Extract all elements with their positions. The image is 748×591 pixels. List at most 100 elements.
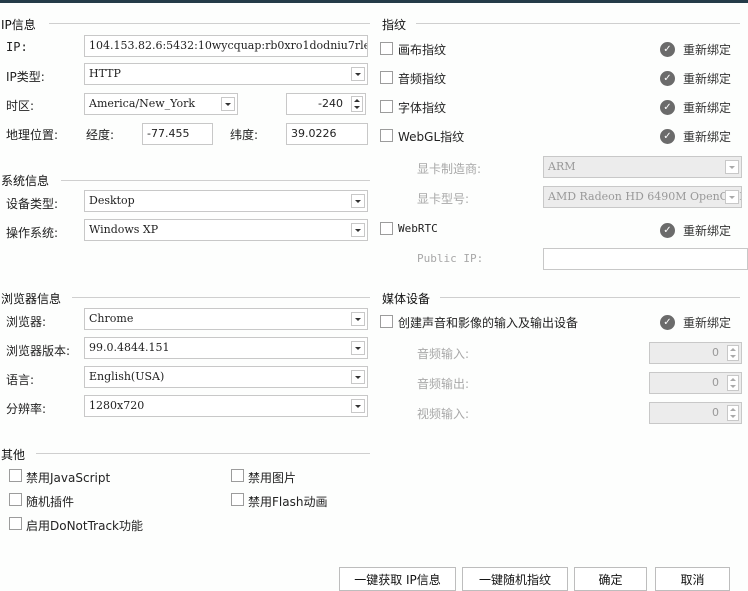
browser-version-select[interactable]: 99.0.4844.151 — [84, 337, 368, 359]
ip-label: IP: — [6, 40, 28, 54]
webgl-rebind-button[interactable]: ✓ 重新绑定 — [660, 128, 731, 145]
canvas-rebind-button[interactable]: ✓ 重新绑定 — [660, 41, 731, 58]
video-input-label: 视频输入: — [417, 407, 470, 421]
gpu-vendor-select[interactable]: ARM — [543, 156, 742, 178]
ip-input[interactable]: 104.153.82.6:5432:10wycquap:rb0xro1dodni… — [84, 35, 368, 57]
webrtc-checkbox[interactable] — [380, 222, 393, 235]
longitude-input[interactable]: -77.455 — [142, 123, 213, 145]
spin-down-icon[interactable] — [728, 383, 738, 390]
language-select[interactable]: English(USA) — [84, 366, 368, 388]
latitude-value: 39.0226 — [291, 127, 337, 140]
audio-output-label: 音频输出: — [417, 377, 470, 391]
timezone-value: America/New_York — [89, 97, 195, 110]
font-rebind-button[interactable]: ✓ 重新绑定 — [660, 99, 731, 116]
ip-type-select[interactable]: HTTP — [84, 63, 368, 85]
get-ip-info-button[interactable]: 一键获取 IP信息 — [339, 567, 456, 591]
os-value: Windows XP — [89, 223, 159, 236]
browser-select[interactable]: Chrome — [84, 308, 368, 330]
rebind-label: 重新绑定 — [683, 224, 732, 238]
canvas-fingerprint-checkbox[interactable] — [380, 42, 393, 55]
spin-up-icon[interactable] — [352, 97, 362, 104]
disable-javascript-checkbox[interactable] — [9, 469, 22, 482]
do-not-track-checkbox[interactable] — [9, 517, 22, 530]
spin-down-icon[interactable] — [728, 413, 738, 420]
longitude-value: -77.455 — [147, 127, 190, 140]
audio-fingerprint-checkbox[interactable] — [380, 71, 393, 84]
device-type-value: Desktop — [89, 194, 135, 207]
webrtc-label: WebRTC — [398, 222, 438, 235]
media-section-title: 媒体设备 — [382, 292, 431, 306]
title-bar — [0, 0, 748, 3]
gpu-model-select[interactable]: AMD Radeon HD 6490M OpenGL E — [543, 186, 742, 208]
audio-input-spinner[interactable]: 0 — [649, 342, 742, 364]
section-divider — [416, 23, 740, 24]
disable-images-checkbox[interactable] — [231, 469, 244, 482]
audio-rebind-button[interactable]: ✓ 重新绑定 — [660, 70, 731, 87]
public-ip-input[interactable] — [543, 248, 748, 270]
random-fingerprint-button[interactable]: 一键随机指纹 — [462, 567, 568, 591]
font-fingerprint-label: 字体指纹 — [398, 101, 447, 115]
spinner-buttons[interactable] — [727, 375, 739, 391]
create-media-devices-checkbox[interactable] — [380, 315, 393, 328]
chevron-down-icon[interactable] — [221, 97, 235, 111]
random-plugins-checkbox[interactable] — [9, 493, 22, 506]
check-circle-icon: ✓ — [660, 223, 675, 238]
device-type-select[interactable]: Desktop — [84, 190, 368, 212]
system-info-section-title: 系统信息 — [1, 174, 50, 188]
spin-down-icon[interactable] — [352, 104, 362, 111]
section-divider — [61, 180, 370, 181]
chevron-down-icon[interactable] — [725, 160, 739, 174]
public-ip-label: Public IP: — [417, 252, 484, 265]
fingerprint-section-title: 指纹 — [382, 18, 407, 32]
spinner-buttons[interactable] — [727, 405, 739, 421]
spin-up-icon[interactable] — [728, 376, 738, 383]
webgl-fingerprint-checkbox[interactable] — [380, 129, 393, 142]
browser-version-label: 浏览器版本: — [6, 344, 71, 358]
section-divider — [440, 297, 740, 298]
timezone-select[interactable]: America/New_York — [84, 93, 238, 115]
chevron-down-icon[interactable] — [725, 190, 739, 204]
audio-output-value: 0 — [712, 376, 719, 389]
language-value: English(USA) — [89, 370, 165, 383]
rebind-label: 重新绑定 — [683, 316, 732, 330]
disable-images-label: 禁用图片 — [248, 471, 297, 485]
gpu-vendor-value: ARM — [548, 160, 576, 173]
os-select[interactable]: Windows XP — [84, 219, 368, 241]
disable-flash-label: 禁用Flash动画 — [248, 495, 328, 509]
os-label: 操作系统: — [6, 226, 59, 240]
chevron-down-icon[interactable] — [351, 223, 365, 237]
resolution-label: 分辨率: — [6, 402, 47, 416]
disable-flash-checkbox[interactable] — [231, 493, 244, 506]
browser-version-value: 99.0.4844.151 — [89, 341, 170, 354]
audio-output-spinner[interactable]: 0 — [649, 372, 742, 394]
ip-value: 104.153.82.6:5432:10wycquap:rb0xro1dodni… — [89, 39, 368, 52]
font-fingerprint-checkbox[interactable] — [380, 100, 393, 113]
section-divider — [72, 297, 370, 298]
gpu-vendor-label: 显卡制造商: — [417, 162, 482, 176]
check-circle-icon: ✓ — [660, 100, 675, 115]
spinner-buttons[interactable] — [727, 345, 739, 361]
media-rebind-button[interactable]: ✓ 重新绑定 — [660, 314, 731, 331]
spin-up-icon[interactable] — [728, 406, 738, 413]
chevron-down-icon[interactable] — [351, 194, 365, 208]
video-input-value: 0 — [712, 406, 719, 419]
rebind-label: 重新绑定 — [683, 101, 732, 115]
browser-value: Chrome — [89, 312, 134, 325]
chevron-down-icon[interactable] — [351, 370, 365, 384]
chevron-down-icon[interactable] — [351, 312, 365, 326]
chevron-down-icon[interactable] — [351, 399, 365, 413]
spinner-buttons[interactable] — [351, 96, 363, 112]
video-input-spinner[interactable]: 0 — [649, 402, 742, 424]
webrtc-rebind-button[interactable]: ✓ 重新绑定 — [660, 222, 731, 239]
spin-up-icon[interactable] — [728, 346, 738, 353]
latitude-input[interactable]: 39.0226 — [286, 123, 368, 145]
chevron-down-icon[interactable] — [351, 67, 365, 81]
spin-down-icon[interactable] — [728, 353, 738, 360]
browser-label: 浏览器: — [6, 315, 47, 329]
resolution-select[interactable]: 1280x720 — [84, 395, 368, 417]
timezone-offset-spinner[interactable]: -240 — [286, 93, 366, 115]
cancel-button[interactable]: 取消 — [655, 567, 730, 591]
ok-button[interactable]: 确定 — [574, 567, 647, 591]
chevron-down-icon[interactable] — [351, 341, 365, 355]
check-circle-icon: ✓ — [660, 71, 675, 86]
